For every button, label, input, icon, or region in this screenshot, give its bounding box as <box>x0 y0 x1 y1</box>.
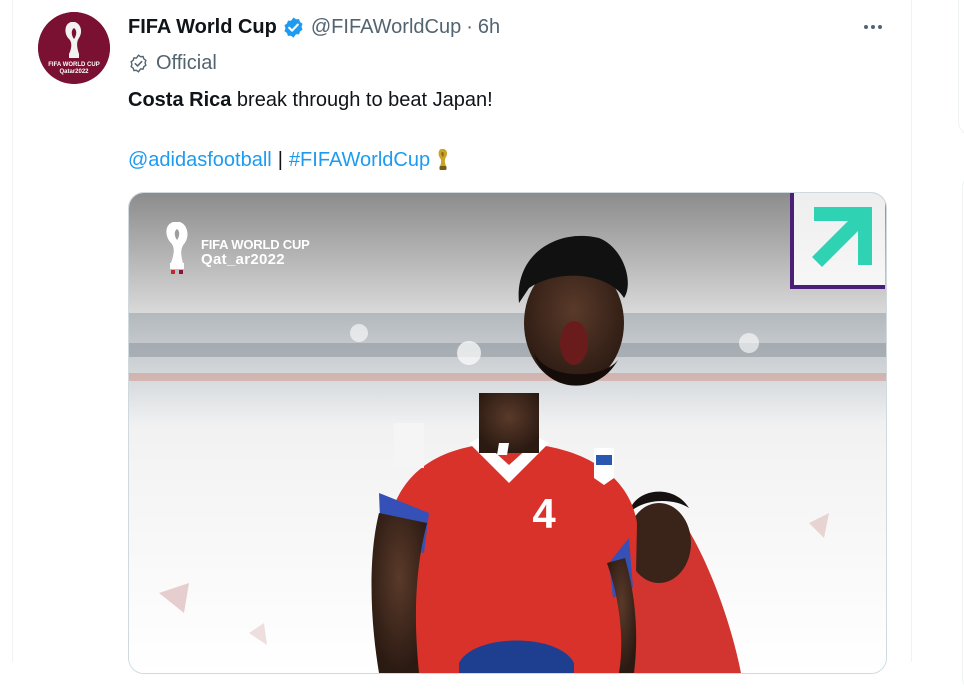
arrow-brand-box <box>790 193 885 289</box>
official-text: Official <box>156 51 217 74</box>
more-options-icon[interactable] <box>856 14 890 40</box>
pipe-separator: | <box>277 149 283 171</box>
mention-link[interactable]: @adidasfootball <box>128 146 272 174</box>
tweet-text-bold: Costa Rica <box>128 89 232 111</box>
jersey-number: 4 <box>532 490 556 537</box>
tweet-header: FIFA World Cup @FIFAWorldCup · 6h <box>128 14 500 40</box>
arrow-up-right-icon <box>812 207 872 267</box>
world-cup-emblem-icon <box>166 222 188 274</box>
timestamp[interactable]: 6h <box>478 16 500 39</box>
official-label: Official <box>128 50 217 76</box>
tweet-media-image[interactable]: 4 FIFA WORLD CUP Qat_ar2022 <box>128 192 887 674</box>
avatar-text-line2: Qatar2022 <box>59 69 89 75</box>
sidebar-edge <box>911 0 964 694</box>
verified-badge-icon <box>284 16 303 38</box>
separator-dot: · <box>466 15 473 38</box>
sidebar-card <box>958 0 964 137</box>
avatar-text-line1: FIFA WORLD CUP <box>48 62 99 68</box>
trophy-emoji-icon <box>438 149 448 170</box>
avatar[interactable]: FIFA WORLD CUP Qatar2022 <box>38 12 110 84</box>
tweet-text-rest: break through to beat Japan! <box>231 89 493 111</box>
user-handle[interactable]: @FIFAWorldCup <box>311 16 461 39</box>
hashtag-link[interactable]: #FIFAWorldCup <box>289 146 430 174</box>
display-name[interactable]: FIFA World Cup <box>128 16 277 39</box>
official-badge-icon <box>130 53 147 73</box>
brand-line2: Qat_ar2022 <box>201 250 285 268</box>
tweet-text: Costa Rica break through to beat Japan! <box>128 86 493 114</box>
fifa-logo-overlay: FIFA WORLD CUP Qat_ar2022 <box>159 219 310 285</box>
timeline-left-border <box>0 0 13 662</box>
tweet-links: @adidasfootball | #FIFAWorldCup <box>128 146 450 174</box>
brand-line1: FIFA WORLD CUP <box>201 236 310 252</box>
